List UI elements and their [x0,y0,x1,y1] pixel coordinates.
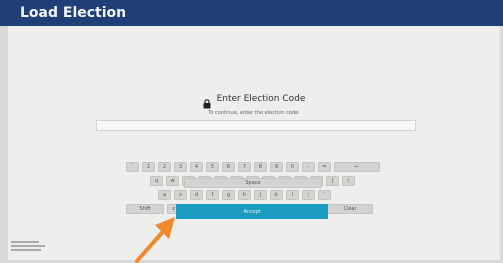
keyboard-key[interactable]: 2 [158,162,171,172]
keyboard-key[interactable]: k [270,190,283,200]
annotation-arrow-icon [135,217,175,263]
keyboard-key[interactable]: 4 [190,162,203,172]
prompt-subtitle: To continue, enter the election code. [208,110,300,116]
footer-info [11,241,45,251]
keyboard-key[interactable]: - [302,162,315,172]
keyboard-key[interactable]: g [222,190,235,200]
lock-icon [203,94,211,109]
keyboard-key[interactable]: 6 [222,162,235,172]
keyboard-key[interactable]: ' [318,190,331,200]
keyboard-key[interactable]: Clear [327,204,373,214]
keyboard-key[interactable]: = [318,162,331,172]
keyboard-key[interactable]: d [190,190,203,200]
keyboard-key[interactable]: \ [342,176,355,186]
keyboard-key[interactable]: Shift [126,204,164,214]
keyboard-key[interactable]: ← [334,162,380,172]
keyboard-key[interactable]: l [286,190,299,200]
window-title: Load Election [20,5,127,21]
keyboard-key[interactable]: a [158,190,171,200]
keyboard-key[interactable]: w [166,176,179,186]
prompt-title: Enter Election Code [216,94,306,104]
keyboard-key[interactable]: f [206,190,219,200]
keyboard-key[interactable]: 3 [174,162,187,172]
accept-button[interactable]: Accept [176,204,328,219]
space-key[interactable]: Space [184,178,322,188]
prompt-heading: Enter Election Code [8,94,500,109]
keyboard-key[interactable]: j [254,190,267,200]
election-code-screen: Enter Election Code To continue, enter t… [8,26,500,260]
keyboard-key[interactable]: 8 [254,162,267,172]
title-bar: Load Election [0,0,503,26]
keyboard-key[interactable]: q [150,176,163,186]
keyboard-key[interactable]: ; [302,190,315,200]
keyboard-key[interactable]: 1 [142,162,155,172]
keyboard-key[interactable]: s [174,190,187,200]
keyboard-key[interactable]: 7 [238,162,251,172]
keyboard-key[interactable]: 9 [270,162,283,172]
keyboard-key[interactable]: ` [126,162,139,172]
election-code-input[interactable] [96,120,416,131]
keyboard-key[interactable]: 5 [206,162,219,172]
keyboard-key[interactable]: 0 [286,162,299,172]
keyboard-key[interactable]: h [238,190,251,200]
keyboard-key[interactable]: ] [326,176,339,186]
